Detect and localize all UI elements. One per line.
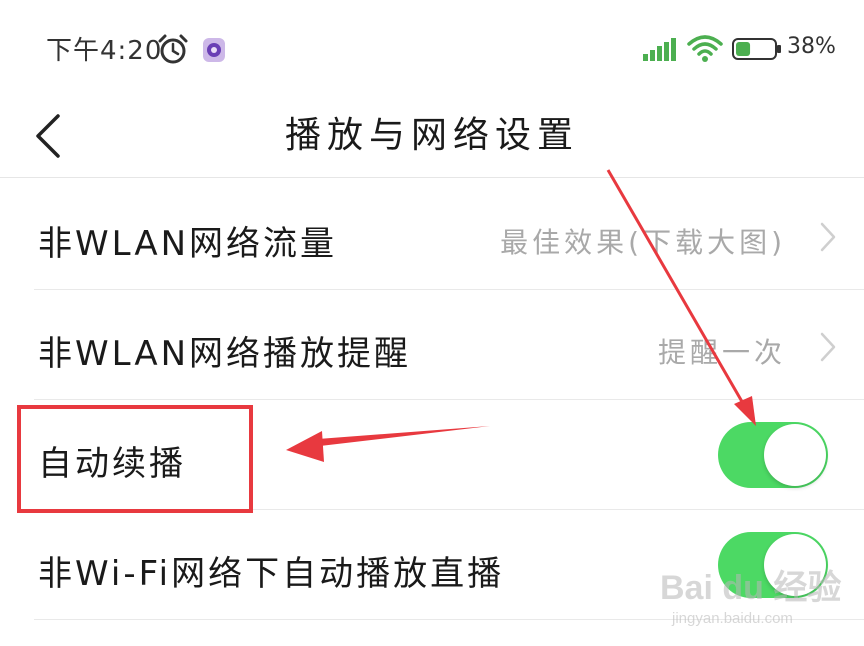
status-time: 下午4:20	[46, 36, 163, 66]
setting-row-non-wlan-playback-reminder[interactable]: 非WLAN网络播放提醒 提醒一次	[0, 290, 864, 400]
row-divider	[34, 619, 864, 620]
wifi-icon	[687, 35, 723, 62]
setting-row-non-wlan-traffic[interactable]: 非WLAN网络流量 最佳效果(下载大图)	[0, 180, 864, 290]
setting-value: 提醒一次	[657, 336, 786, 369]
signal-icon	[643, 38, 676, 61]
status-bar: 下午4:20 38%	[0, 0, 864, 96]
battery-icon	[732, 38, 781, 60]
setting-row-auto-play-live: 非Wi-Fi网络下自动播放直播	[0, 510, 864, 620]
setting-label: 非WLAN网络流量	[38, 224, 338, 264]
auto-continue-toggle[interactable]	[718, 422, 828, 488]
toggle-knob	[764, 424, 826, 486]
setting-label: 非Wi-Fi网络下自动播放直播	[38, 554, 505, 594]
chevron-right-icon	[820, 222, 836, 252]
setting-label: 自动续播	[38, 444, 186, 484]
page-title: 播放与网络设置	[284, 115, 579, 156]
header-divider	[0, 177, 864, 178]
chevron-right-icon	[820, 332, 836, 362]
toggle-knob	[764, 534, 826, 596]
setting-row-auto-continue-play: 自动续播	[0, 400, 864, 510]
auto-play-live-toggle[interactable]	[718, 532, 828, 598]
app-header: 播放与网络设置	[0, 96, 864, 178]
setting-value: 最佳效果(下载大图)	[500, 226, 786, 259]
alarm-clock-icon	[158, 34, 188, 64]
app-notification-icon	[203, 38, 225, 62]
battery-percent: 38%	[787, 34, 836, 59]
setting-label: 非WLAN网络播放提醒	[38, 334, 412, 374]
